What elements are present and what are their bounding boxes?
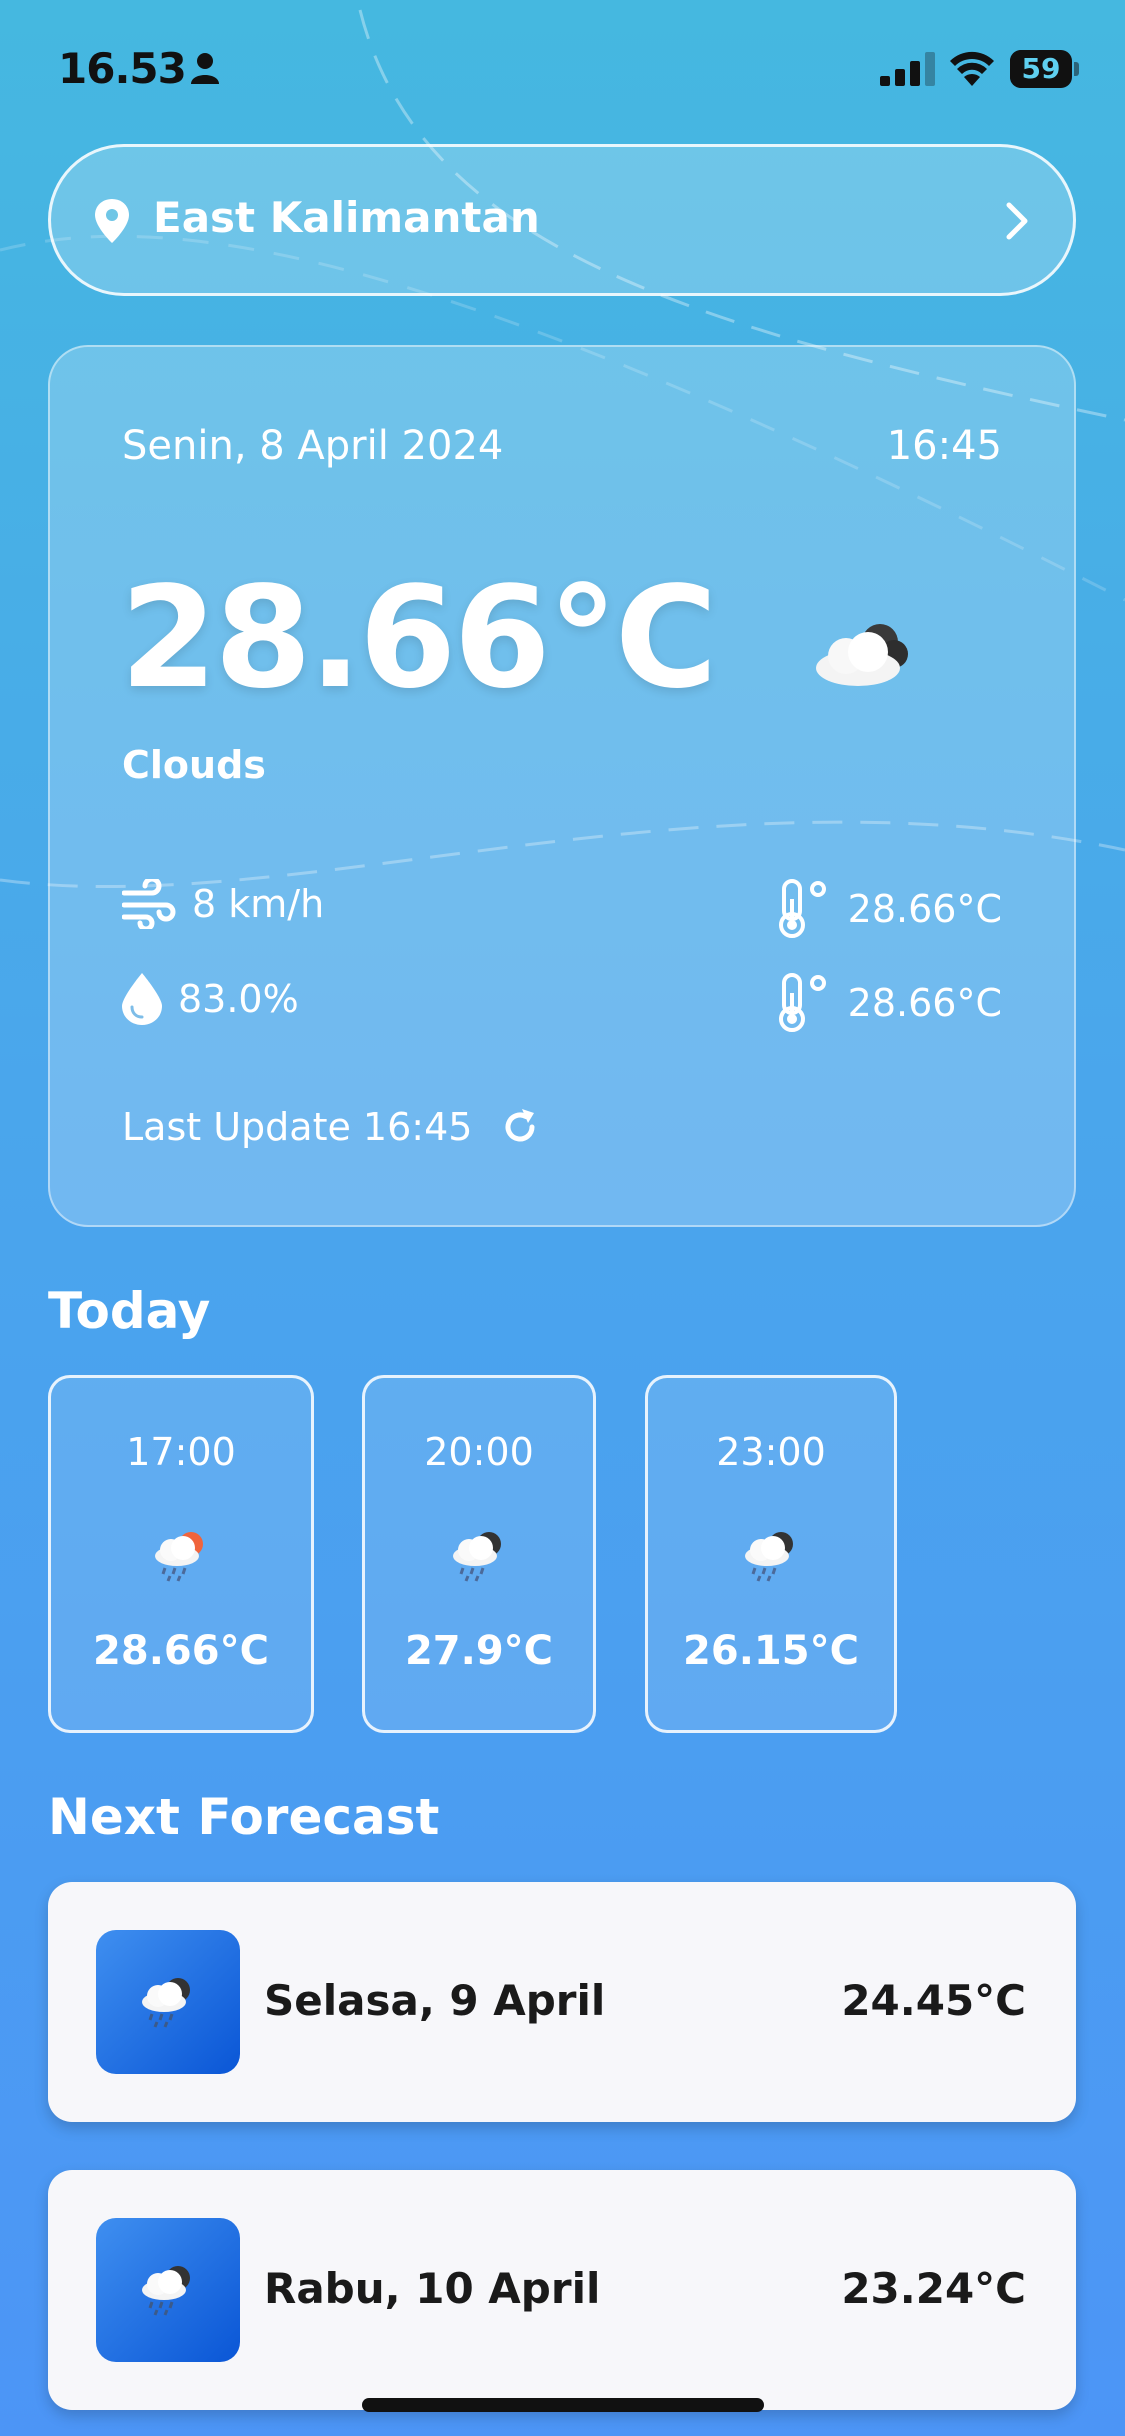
current-condition: Clouds — [122, 743, 266, 787]
humidity-stat: 83.0% — [122, 973, 299, 1025]
location-selector[interactable]: East Kalimantan — [48, 144, 1076, 296]
next-forecast-title: Next Forecast — [48, 1788, 440, 1846]
thermometer-icon — [778, 879, 826, 938]
water-drop-icon — [122, 973, 162, 1025]
last-update-row: Last Update 16:45 — [122, 1105, 540, 1149]
battery-percent: 59 — [1021, 52, 1061, 85]
current-weather-card: Senin, 8 April 2024 16:45 28.66°C Clouds… — [48, 345, 1076, 1227]
thermometer-icon — [778, 973, 826, 1032]
wind-stat: 8 km/h — [122, 879, 324, 929]
hourly-card[interactable]: 20:00 27.9°C — [362, 1375, 596, 1733]
refresh-icon[interactable] — [500, 1107, 540, 1147]
hourly-temp: 26.15°C — [683, 1628, 859, 1674]
current-date: Senin, 8 April 2024 — [122, 423, 504, 469]
person-icon — [191, 53, 219, 84]
forecast-temp: 24.45°C — [841, 1976, 1026, 2025]
hourly-time: 20:00 — [424, 1430, 534, 1474]
hourly-card[interactable]: 23:00 26.15°C — [645, 1375, 897, 1733]
forecast-row[interactable]: Rabu, 10 April 23.24°C — [48, 2170, 1076, 2410]
current-time: 16:45 — [886, 423, 1002, 469]
chevron-right-icon — [1006, 202, 1028, 240]
hourly-temp: 28.66°C — [93, 1628, 269, 1674]
forecast-icon-tile — [96, 1930, 240, 2074]
hourly-time: 17:00 — [126, 1430, 236, 1474]
status-bar: 16.53 59 — [0, 0, 1125, 140]
location-name: East Kalimantan — [153, 193, 540, 242]
home-indicator[interactable] — [362, 2398, 764, 2412]
status-time: 16.53 — [58, 44, 187, 93]
forecast-row[interactable]: Selasa, 9 April 24.45°C — [48, 1882, 1076, 2122]
forecast-icon-tile — [96, 2218, 240, 2362]
max-temp-value: 28.66°C — [847, 887, 1002, 931]
forecast-day: Rabu, 10 April — [264, 2264, 601, 2313]
cloud-sun-rain-icon — [155, 1532, 203, 1582]
cellular-signal-icon — [880, 52, 935, 86]
hourly-card[interactable]: 17:00 28.66°C — [48, 1375, 314, 1733]
wind-speed: 8 km/h — [192, 882, 325, 926]
location-pin-icon — [95, 199, 129, 243]
cloud-moon-rain-icon — [453, 1532, 501, 1582]
wind-icon — [122, 879, 176, 929]
wifi-icon — [950, 51, 994, 86]
forecast-temp: 23.24°C — [841, 2264, 1026, 2313]
today-section-title: Today — [48, 1282, 211, 1340]
last-update-text: Last Update 16:45 — [122, 1105, 473, 1149]
min-temp-stat: 28.66°C — [778, 973, 1002, 1033]
forecast-day: Selasa, 9 April — [264, 1976, 606, 2025]
cloud-moon-rain-icon — [745, 1532, 793, 1582]
current-temperature: 28.66°C — [120, 557, 718, 720]
cloud-moon-icon — [816, 624, 908, 686]
hourly-time: 23:00 — [716, 1430, 826, 1474]
min-temp-value: 28.66°C — [847, 981, 1002, 1025]
max-temp-stat: 28.66°C — [778, 879, 1002, 939]
humidity-value: 83.0% — [178, 977, 299, 1021]
cloud-moon-rain-icon — [142, 2266, 190, 2316]
hourly-temp: 27.9°C — [404, 1628, 554, 1674]
battery-indicator: 59 — [1010, 50, 1080, 88]
cloud-moon-rain-icon — [142, 1978, 190, 2028]
